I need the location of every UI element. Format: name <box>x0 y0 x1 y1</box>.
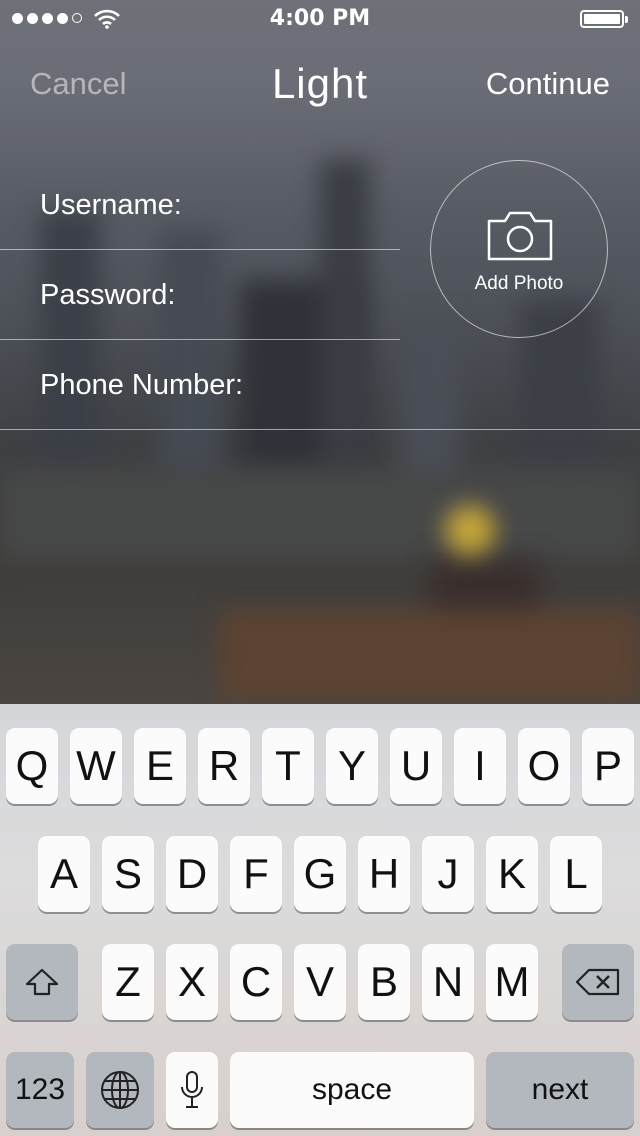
key-c[interactable]: C <box>230 944 282 1020</box>
key-f[interactable]: F <box>230 836 282 912</box>
key-k[interactable]: K <box>486 836 538 912</box>
battery-icon <box>580 10 628 28</box>
key-z[interactable]: Z <box>102 944 154 1020</box>
microphone-icon <box>181 1071 203 1108</box>
globe-icon <box>101 1071 139 1109</box>
key-t[interactable]: T <box>262 728 314 804</box>
key-x[interactable]: X <box>166 944 218 1020</box>
space-key[interactable]: space <box>230 1052 474 1128</box>
key-h[interactable]: H <box>358 836 410 912</box>
key-g[interactable]: G <box>294 836 346 912</box>
key-m[interactable]: M <box>486 944 538 1020</box>
key-v[interactable]: V <box>294 944 346 1020</box>
key-s[interactable]: S <box>102 836 154 912</box>
status-time: 4:00 PM <box>269 6 371 31</box>
key-b[interactable]: B <box>358 944 410 1020</box>
key-o[interactable]: O <box>518 728 570 804</box>
key-r[interactable]: R <box>198 728 250 804</box>
add-photo-label: Add Photo <box>474 273 564 294</box>
key-e[interactable]: E <box>134 728 186 804</box>
password-field[interactable]: Password: <box>0 250 400 340</box>
username-field[interactable]: Username: <box>0 160 400 250</box>
key-d[interactable]: D <box>166 836 218 912</box>
key-q[interactable]: Q <box>6 728 58 804</box>
key-i[interactable]: I <box>454 728 506 804</box>
shift-icon <box>25 968 59 996</box>
keyboard: QWERTYUIOP ASDFGHJKL ZXCVBNM 123 space n… <box>0 704 640 1136</box>
numbers-key[interactable]: 123 <box>6 1052 74 1128</box>
delete-key[interactable] <box>562 944 634 1020</box>
username-label: Username: <box>40 189 182 221</box>
password-label: Password: <box>40 279 176 311</box>
key-j[interactable]: J <box>422 836 474 912</box>
key-l[interactable]: L <box>550 836 602 912</box>
key-n[interactable]: N <box>422 944 474 1020</box>
key-y[interactable]: Y <box>326 728 378 804</box>
globe-key[interactable] <box>86 1052 154 1128</box>
navigation-bar: Cancel Light Continue <box>0 56 640 120</box>
camera-icon <box>487 211 553 261</box>
key-a[interactable]: A <box>38 836 90 912</box>
continue-button[interactable]: Continue <box>486 66 610 102</box>
delete-icon <box>575 968 620 996</box>
shift-key[interactable] <box>6 944 78 1020</box>
status-bar: 4:00 PM <box>0 0 640 40</box>
key-u[interactable]: U <box>390 728 442 804</box>
dictation-key[interactable] <box>166 1052 218 1128</box>
key-w[interactable]: W <box>70 728 122 804</box>
phone-number-field[interactable]: Phone Number: <box>0 340 640 430</box>
next-key[interactable]: next <box>486 1052 634 1128</box>
add-photo-button[interactable]: Add Photo <box>430 160 608 338</box>
divider <box>0 429 640 430</box>
phone-number-label: Phone Number: <box>40 369 244 401</box>
key-p[interactable]: P <box>582 728 634 804</box>
